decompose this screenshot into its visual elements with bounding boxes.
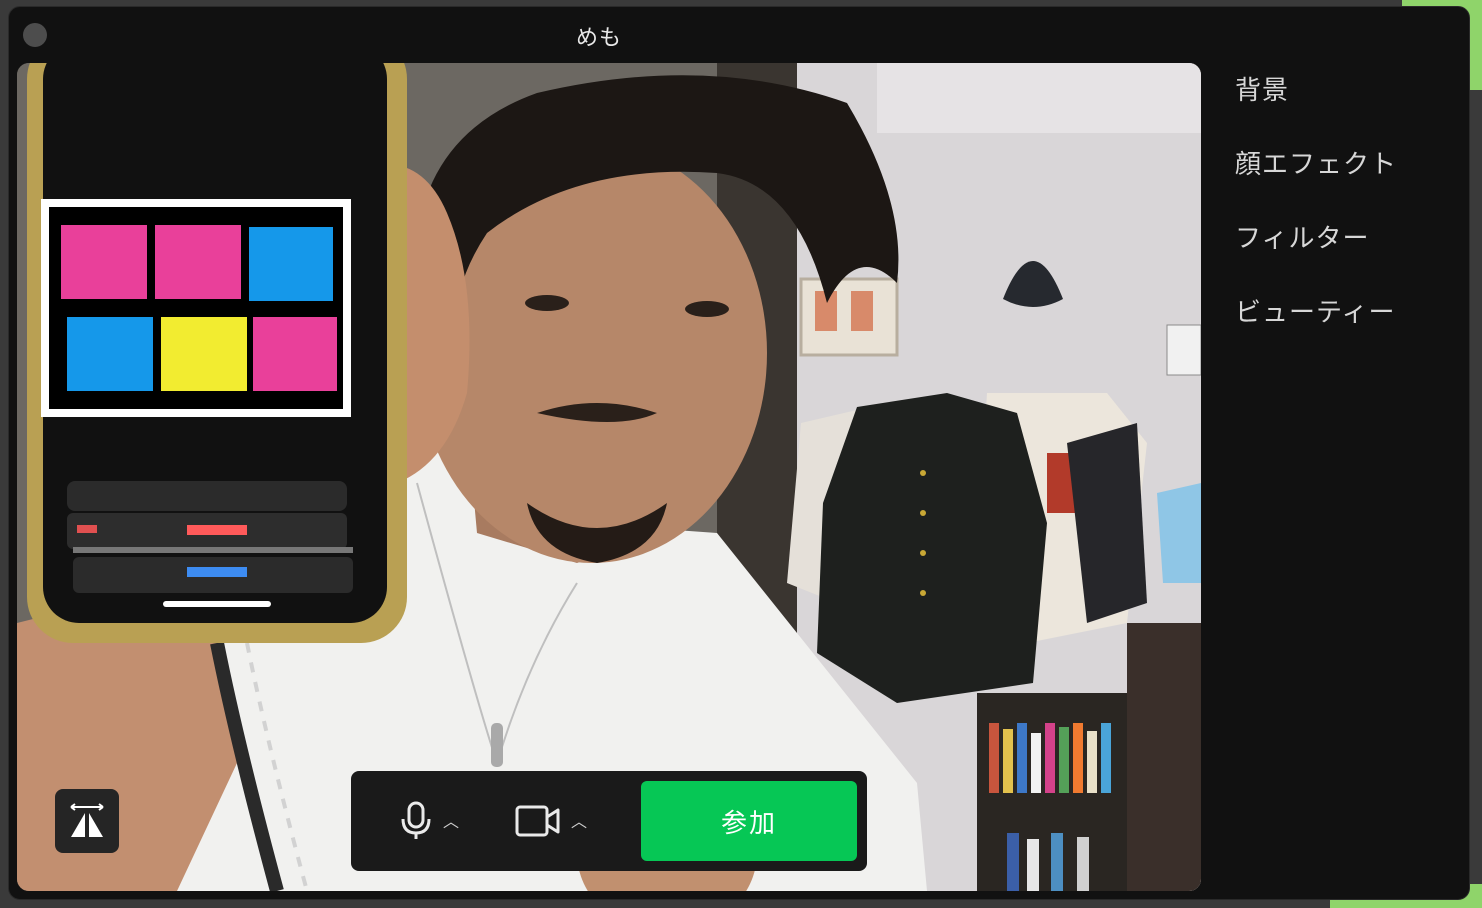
- window-title: めも: [575, 26, 622, 51]
- side-menu-item-background[interactable]: 背景: [1235, 71, 1397, 145]
- microphone-options-chevron-icon[interactable]: ︿: [443, 808, 459, 832]
- side-menu-item-filter[interactable]: フィルター: [1235, 219, 1397, 293]
- meeting-preview-window: めも 背景 顔エフェクト フィルター ビューティー ︿ ︿ 参加: [8, 6, 1470, 900]
- microphone-button[interactable]: ︿: [399, 801, 459, 841]
- effects-side-menu: 背景 顔エフェクト フィルター ビューティー: [1235, 71, 1397, 367]
- video-camera-icon: [515, 805, 560, 837]
- camera-button[interactable]: ︿: [515, 801, 587, 841]
- camera-feed-image: [17, 63, 1201, 891]
- microphone-icon: [401, 801, 431, 839]
- mirror-toggle-button[interactable]: [55, 789, 119, 853]
- side-menu-item-face-effect[interactable]: 顔エフェクト: [1235, 145, 1397, 219]
- preview-controls-bar: ︿ ︿ 参加: [351, 771, 867, 871]
- join-button[interactable]: 参加: [641, 781, 857, 861]
- camera-preview: [17, 63, 1201, 891]
- mirror-icon: [70, 803, 104, 837]
- camera-options-chevron-icon[interactable]: ︿: [571, 808, 587, 832]
- side-menu-item-beauty[interactable]: ビューティー: [1235, 293, 1397, 367]
